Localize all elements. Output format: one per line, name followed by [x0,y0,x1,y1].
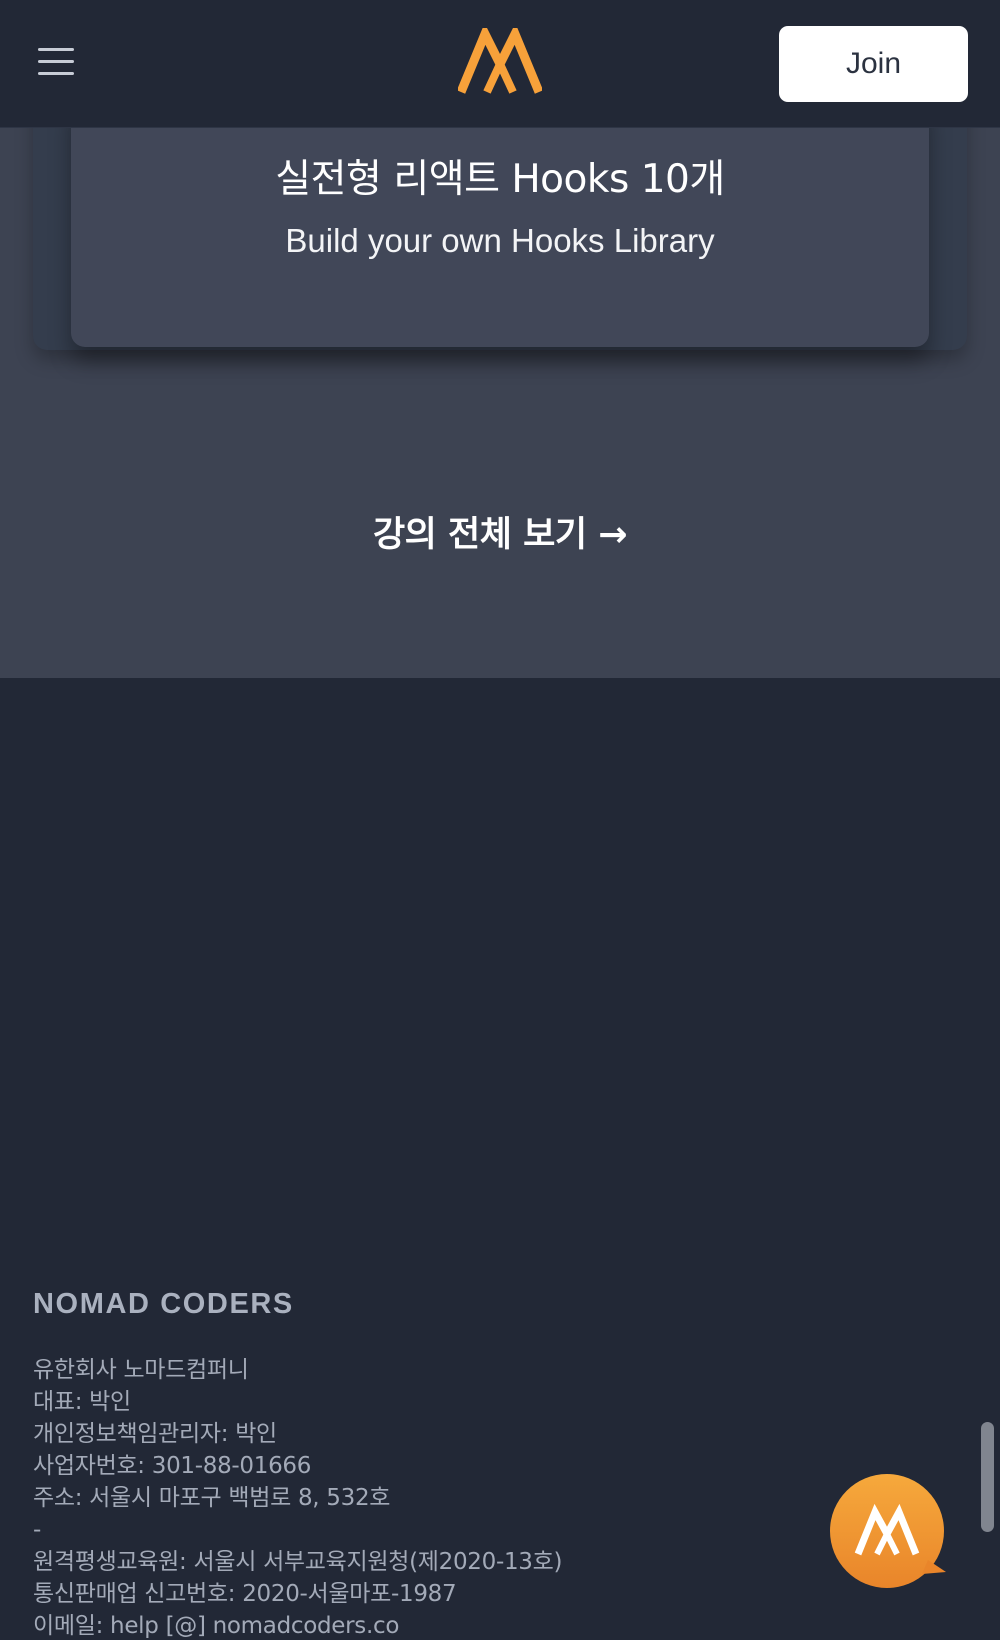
footer-divider: - [33,1517,41,1543]
course-subtitle: Build your own Hooks Library [285,222,715,259]
course-section: 실전형 리액트 Hooks 10개 Build your own Hooks L… [0,128,1000,678]
footer-privacy-officer: 개인정보책임관리자: 박인 [33,1421,277,1447]
footer-company-name: 유한회사 노마드컴퍼니 [33,1357,249,1383]
page-scrollbar[interactable] [981,1422,994,1532]
chat-bubble-logo-icon[interactable] [830,1472,948,1590]
top-nav-bar: Join [0,0,1000,128]
footer-address: 주소: 서울시 마포구 백범로 8, 532호 [33,1485,391,1511]
footer-email: 이메일: help [@] nomadcoders.co [33,1613,400,1639]
footer-education-license: 원격평생교육원: 서울시 서부교육지원청(제2020-13호) [33,1549,563,1575]
course-title: 실전형 리액트 Hooks 10개 [275,157,725,202]
footer-company-info: 유한회사 노마드컴퍼니 대표: 박인 개인정보책임관리자: 박인 사업자번호: … [33,1354,833,1640]
footer-business-number: 사업자번호: 301-88-01666 [33,1453,312,1479]
footer-brand: NOMAD CODERS [33,1288,294,1320]
view-all-courses-link[interactable]: 강의 전체 보기 → [0,506,1000,557]
nomad-coders-logo[interactable] [458,28,542,98]
join-button[interactable]: Join [779,26,968,102]
hamburger-menu-icon[interactable] [36,44,76,80]
course-card[interactable]: 실전형 리액트 Hooks 10개 Build your own Hooks L… [71,128,929,347]
footer-ecommerce-number: 통신판매업 신고번호: 2020-서울마포-1987 [33,1581,457,1607]
footer-ceo: 대표: 박인 [33,1389,131,1415]
